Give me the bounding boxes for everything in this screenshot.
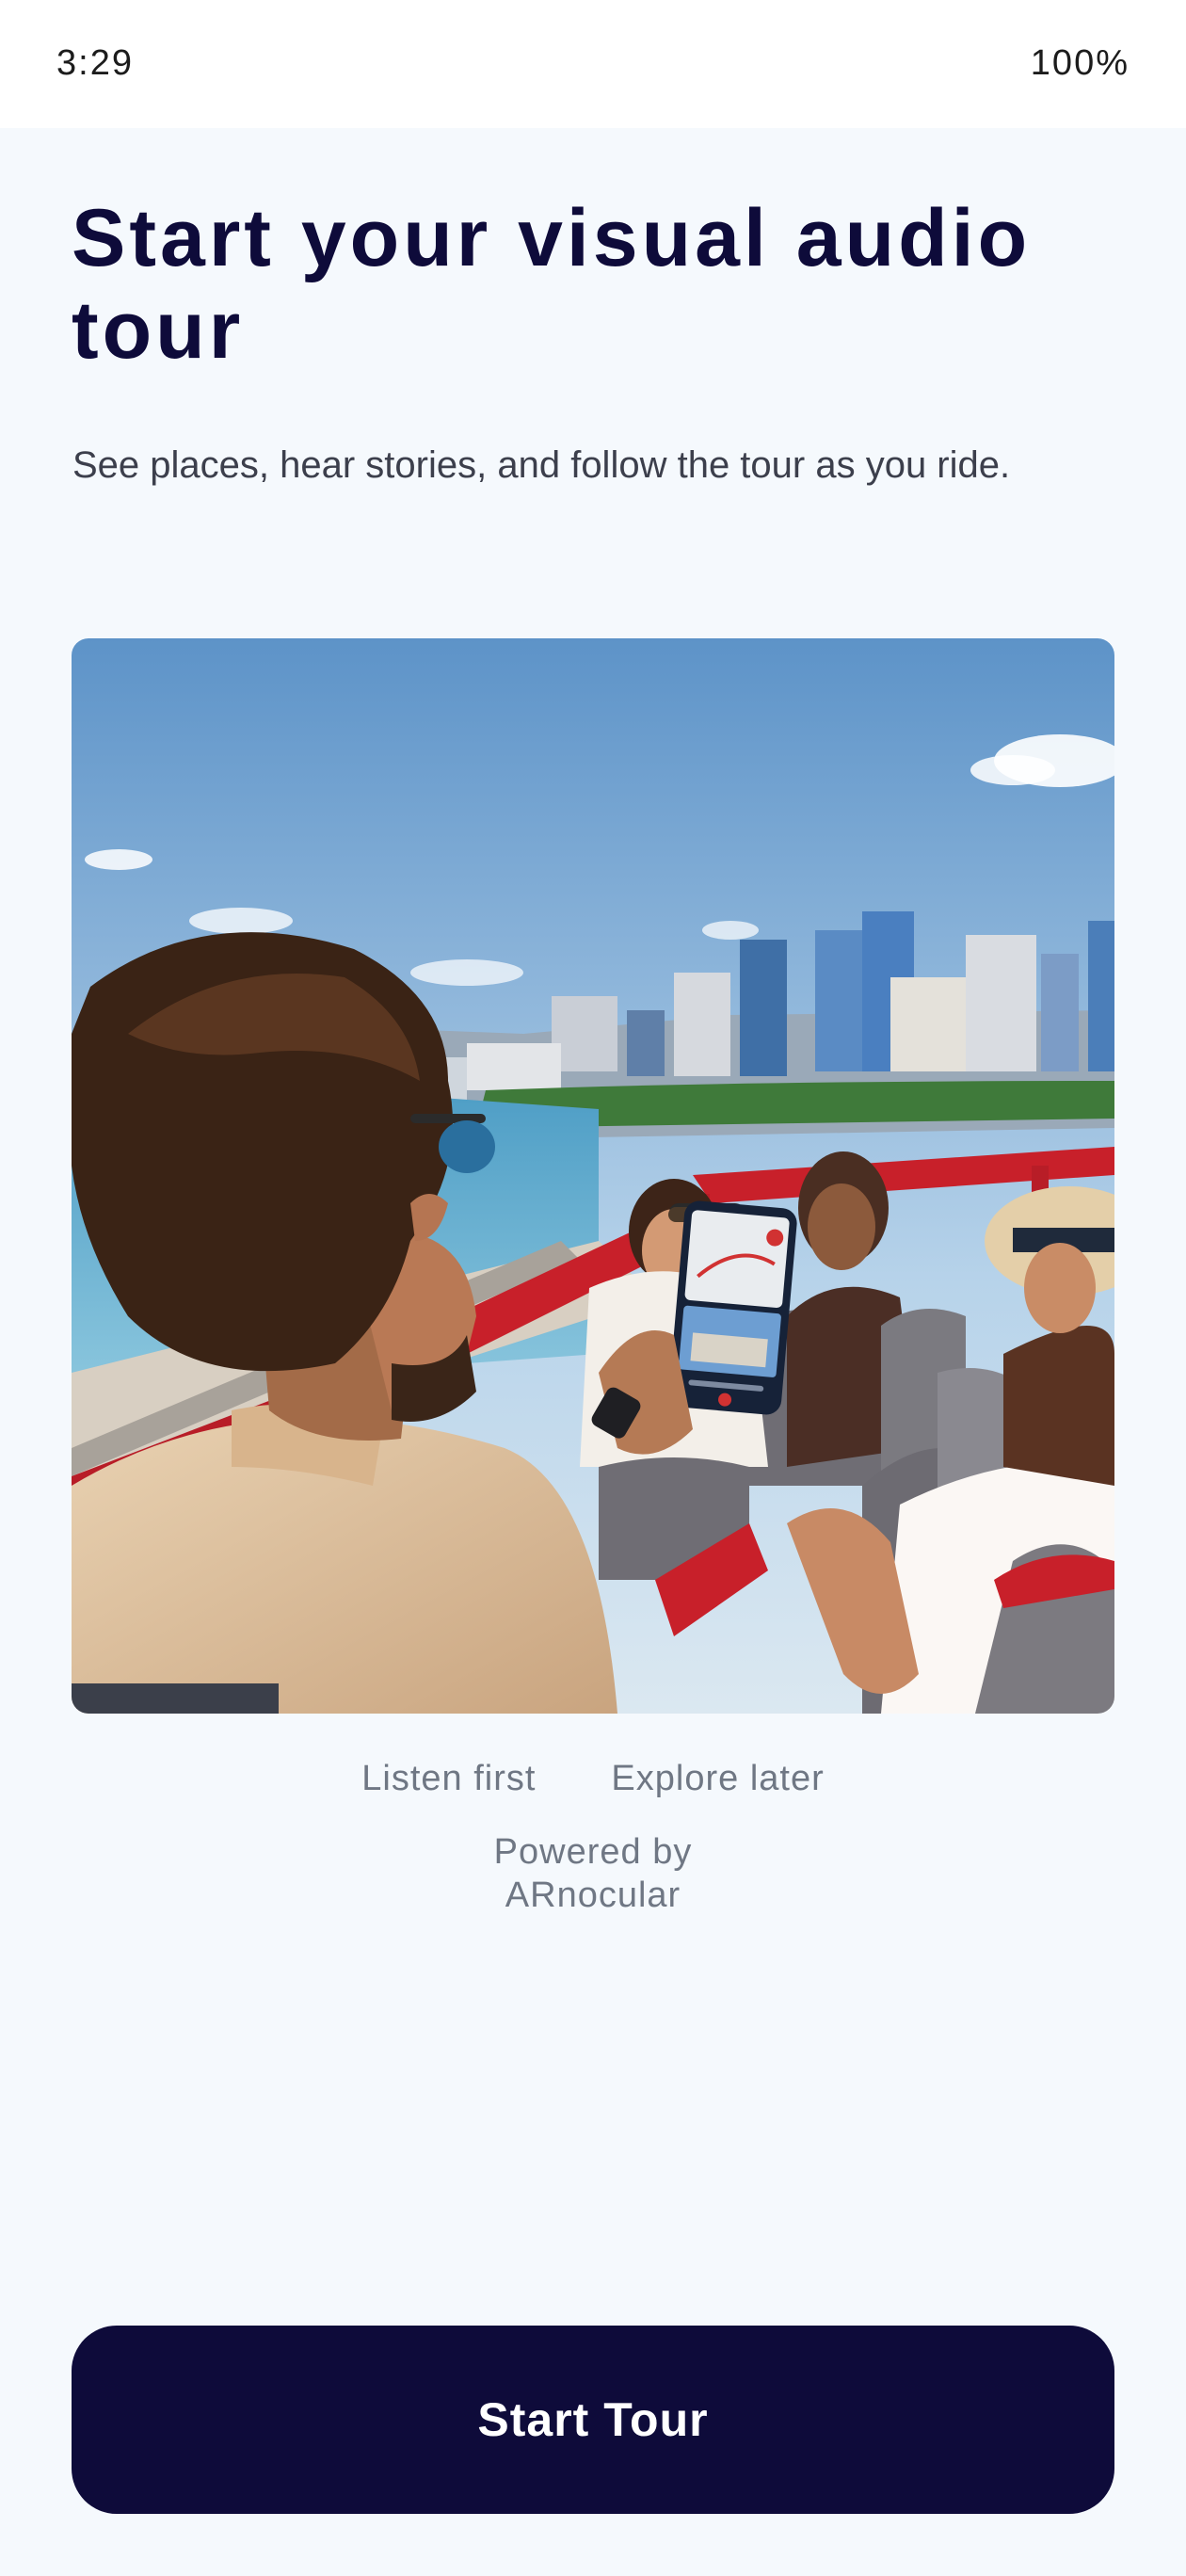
powered-by: Powered by ARnocular	[358, 1830, 828, 1917]
status-time: 3:29	[56, 43, 134, 83]
start-tour-button[interactable]: Start Tour	[72, 2326, 1114, 2514]
powered-by-brand: ARnocular	[505, 1876, 681, 1915]
hero-image	[72, 638, 1114, 1714]
status-bar: 3:29 100%	[0, 0, 1186, 128]
powered-by-label: Powered by	[493, 1832, 693, 1872]
battery-level: 100%	[1030, 43, 1130, 83]
page-title: Start your visual audio tour	[72, 193, 1032, 376]
page-subtitle: See places, hear stories, and follow the…	[72, 444, 1011, 486]
taglines: Listen first Explore later	[0, 1759, 1186, 1799]
tagline-listen-first: Listen first	[361, 1759, 537, 1798]
tagline-explore-later: Explore later	[611, 1759, 825, 1798]
